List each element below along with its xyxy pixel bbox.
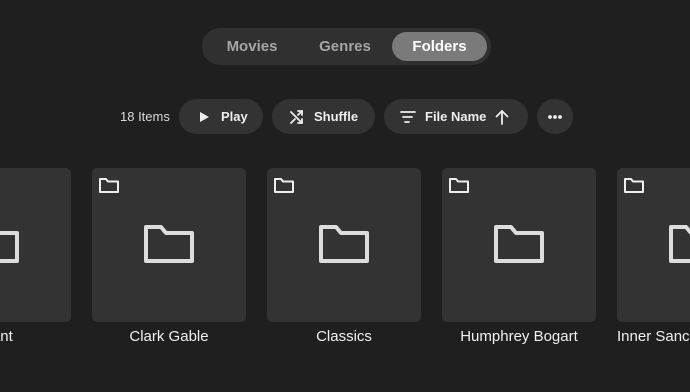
shuffle-label: Shuffle: [314, 109, 359, 124]
folder-title[interactable]: Grant: [0, 328, 79, 345]
play-button[interactable]: Play: [179, 99, 263, 134]
folder-icon: [142, 219, 196, 267]
sort-button[interactable]: File Name: [384, 99, 528, 134]
tab-folders[interactable]: Folders: [392, 32, 487, 61]
folder-icon: [448, 175, 470, 195]
folder-icon: [273, 175, 295, 195]
sort-icon: [399, 108, 417, 126]
more-options-button[interactable]: [537, 99, 573, 134]
folder-card[interactable]: [617, 168, 690, 322]
shuffle-button[interactable]: Shuffle: [272, 99, 375, 134]
folder-card[interactable]: [92, 168, 246, 322]
folder-title[interactable]: Clark Gable: [84, 328, 254, 345]
folder-card[interactable]: [267, 168, 421, 322]
item-count: 18 Items: [120, 109, 170, 124]
folders-view: Movies Genres Folders 18 Items Play Shuf…: [0, 0, 690, 392]
folder-card[interactable]: [442, 168, 596, 322]
sort-label: File Name: [425, 109, 487, 124]
folder-title[interactable]: Inner Sanc: [617, 328, 690, 345]
shuffle-icon: [288, 108, 306, 126]
folder-icon: [492, 219, 546, 267]
folder-icon: [623, 175, 645, 195]
folder-title[interactable]: Humphrey Bogart: [434, 328, 604, 345]
play-label: Play: [221, 109, 248, 124]
folder-icon: [98, 175, 120, 195]
toolbar: 18 Items Play Shuffle File Name: [0, 99, 690, 134]
view-tab-bar: Movies Genres Folders: [202, 28, 491, 65]
arrow-up-icon: [493, 108, 511, 126]
folder-title[interactable]: Classics: [259, 328, 429, 345]
tab-movies[interactable]: Movies: [209, 32, 295, 61]
folder-icon: [667, 219, 690, 267]
folder-icon: [0, 219, 21, 267]
folder-card[interactable]: [0, 168, 71, 322]
more-horizontal-icon: [546, 108, 564, 126]
play-icon: [195, 108, 213, 126]
tab-genres[interactable]: Genres: [301, 32, 389, 61]
folder-icon: [317, 219, 371, 267]
